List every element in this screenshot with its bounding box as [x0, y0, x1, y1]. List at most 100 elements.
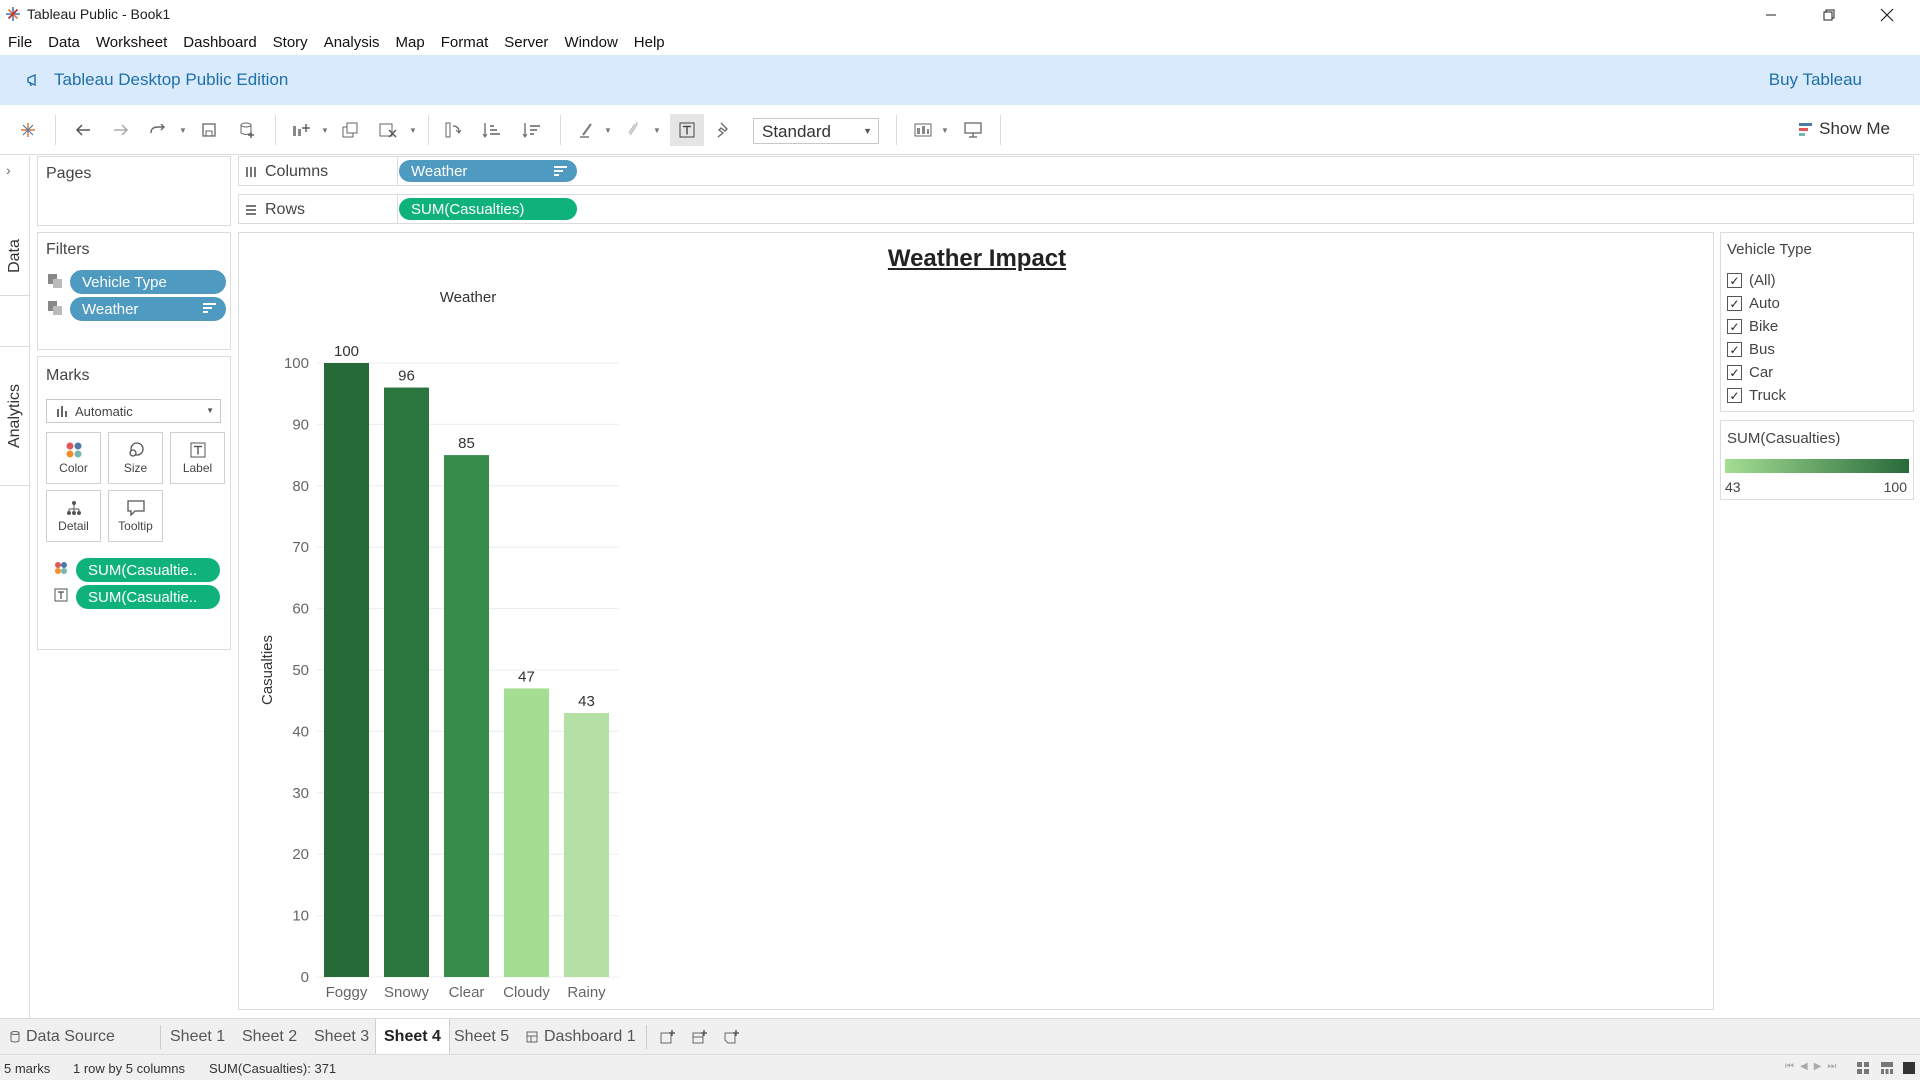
menu-help[interactable]: Help: [634, 34, 665, 51]
y-axis-title: Casualties: [259, 635, 276, 705]
marks-tooltip-button[interactable]: Tooltip: [108, 490, 163, 542]
y-tick-label: 100: [284, 355, 309, 372]
show-cards-dropdown[interactable]: ▼: [940, 118, 950, 142]
fit-select[interactable]: Standard ▼: [753, 118, 879, 144]
swap-rows-columns-button[interactable]: [440, 118, 466, 142]
detail-icon: [66, 500, 81, 515]
checkbox-checked-icon[interactable]: ✓: [1727, 388, 1742, 403]
marks-size-button[interactable]: Size: [108, 432, 163, 484]
filter-option-all[interactable]: ✓ (All): [1727, 269, 1786, 292]
tab-sheet-2[interactable]: Sheet 2: [234, 1019, 305, 1055]
sort-descending-button[interactable]: [518, 118, 544, 142]
sheet-nav-arrows[interactable]: ⏮◀▶⏭: [1785, 1061, 1842, 1072]
menu-story[interactable]: Story: [273, 34, 308, 51]
mark-type-select[interactable]: Automatic ▼: [46, 399, 221, 423]
marks-pill-label-field[interactable]: SUM(Casualtie..: [76, 585, 220, 609]
tab-sheet-5[interactable]: Sheet 5: [446, 1019, 517, 1055]
new-story-tab-button[interactable]: [716, 1019, 748, 1055]
filmstrip-icon[interactable]: [1880, 1061, 1894, 1075]
tab-sheet-4[interactable]: Sheet 4: [375, 1019, 450, 1055]
show-cards-button[interactable]: [910, 118, 936, 142]
add-data-source-icon: [240, 122, 254, 138]
marks-detail-button[interactable]: Detail: [46, 490, 101, 542]
group-dropdown[interactable]: ▼: [652, 118, 662, 142]
menu-file[interactable]: File: [8, 34, 32, 51]
tab-dashboard-1[interactable]: Dashboard 1: [518, 1019, 644, 1055]
clear-sheet-button[interactable]: [375, 118, 401, 142]
replay-dropdown[interactable]: ▼: [178, 118, 188, 142]
new-worksheet-tab-button[interactable]: [652, 1019, 684, 1055]
filter-pill-weather[interactable]: Weather: [70, 297, 226, 321]
checkbox-checked-icon[interactable]: ✓: [1727, 365, 1742, 380]
redo-button[interactable]: [108, 118, 134, 142]
highlight-button[interactable]: [574, 118, 600, 142]
marks-label-button[interactable]: Label: [170, 432, 225, 484]
tableau-home-button[interactable]: [15, 118, 41, 142]
checkbox-checked-icon[interactable]: ✓: [1727, 296, 1742, 311]
columns-pill-weather[interactable]: Weather: [399, 160, 577, 182]
sort-ascending-button[interactable]: [478, 118, 504, 142]
duplicate-sheet-button[interactable]: [337, 118, 363, 142]
menu-worksheet[interactable]: Worksheet: [96, 34, 167, 51]
text-label-icon: [190, 442, 205, 457]
checkbox-checked-icon[interactable]: ✓: [1727, 273, 1742, 288]
tab-data-source[interactable]: Data Source: [2, 1019, 123, 1055]
data-label: 96: [398, 368, 415, 385]
replay-animation-button[interactable]: [145, 118, 171, 142]
menu-data[interactable]: Data: [48, 34, 80, 51]
filter-option-bus[interactable]: ✓ Bus: [1727, 338, 1786, 361]
restore-button[interactable]: [1800, 0, 1858, 30]
presentation-mode-button[interactable]: [960, 118, 986, 142]
menu-dashboard[interactable]: Dashboard: [183, 34, 256, 51]
filter-option-bike[interactable]: ✓ Bike: [1727, 315, 1786, 338]
menu-format[interactable]: Format: [441, 34, 489, 51]
filter-option-car[interactable]: ✓ Car: [1727, 361, 1786, 384]
tab-sheet-label: Sheet 3: [314, 1028, 370, 1045]
undo-button[interactable]: [70, 118, 96, 142]
color-legend-max: 100: [1883, 479, 1907, 495]
menu-window[interactable]: Window: [564, 34, 617, 51]
minimize-button[interactable]: [1742, 0, 1800, 30]
tooltip-icon: [126, 499, 145, 516]
close-button[interactable]: [1858, 0, 1916, 30]
marks-color-button[interactable]: Color: [46, 432, 101, 484]
fix-axes-button[interactable]: [710, 118, 736, 142]
marks-pill-label: SUM(Casualtie..: [88, 588, 198, 606]
buy-tableau-link[interactable]: Buy Tableau: [1769, 70, 1862, 90]
checkbox-checked-icon[interactable]: ✓: [1727, 342, 1742, 357]
group-members-button[interactable]: [620, 118, 646, 142]
pages-card: Pages: [37, 156, 231, 226]
rows-pill-sum-casualties[interactable]: SUM(Casualties): [399, 198, 577, 220]
tab-data[interactable]: Data: [0, 216, 30, 296]
show-mark-labels-button[interactable]: [670, 114, 704, 146]
marks-pill-color[interactable]: SUM(Casualtie..: [76, 558, 220, 582]
new-dashboard-icon: [692, 1030, 707, 1044]
new-data-source-button[interactable]: [234, 118, 260, 142]
new-worksheet-button[interactable]: [288, 118, 314, 142]
filter-option-truck[interactable]: ✓ Truck: [1727, 384, 1786, 407]
new-worksheet-dropdown[interactable]: ▼: [320, 118, 330, 142]
filter-pill-vehicle-type[interactable]: Vehicle Type: [70, 270, 226, 294]
vehicle-type-options: ✓ (All) ✓ Auto ✓ Bike ✓ Bus ✓ Car ✓ Truck: [1727, 269, 1786, 407]
filter-option-auto[interactable]: ✓ Auto: [1727, 292, 1786, 315]
restore-icon: [1823, 9, 1835, 21]
clear-sheet-dropdown[interactable]: ▼: [408, 118, 418, 142]
highlighter-icon: [580, 123, 592, 138]
show-me-button[interactable]: Show Me: [1799, 119, 1890, 139]
menu-analysis[interactable]: Analysis: [324, 34, 380, 51]
tab-analytics[interactable]: Analytics: [0, 346, 30, 486]
tab-sheet-3[interactable]: Sheet 3: [306, 1019, 377, 1055]
new-dashboard-tab-button[interactable]: [684, 1019, 716, 1055]
checkbox-checked-icon[interactable]: ✓: [1727, 319, 1742, 334]
tabs-view-icon[interactable]: [1902, 1061, 1916, 1075]
tab-sheet-1[interactable]: Sheet 1: [162, 1019, 233, 1055]
chevron-down-icon: ▼: [863, 126, 872, 136]
filter-option-label: Auto: [1749, 295, 1780, 312]
sheet-sorter-icon[interactable]: [1856, 1061, 1870, 1075]
expand-pane-icon[interactable]: ›: [6, 162, 11, 178]
menu-map[interactable]: Map: [396, 34, 425, 51]
highlight-dropdown[interactable]: ▼: [603, 118, 613, 142]
save-button[interactable]: [196, 118, 222, 142]
new-worksheet-icon: [660, 1030, 675, 1044]
menu-server[interactable]: Server: [504, 34, 548, 51]
